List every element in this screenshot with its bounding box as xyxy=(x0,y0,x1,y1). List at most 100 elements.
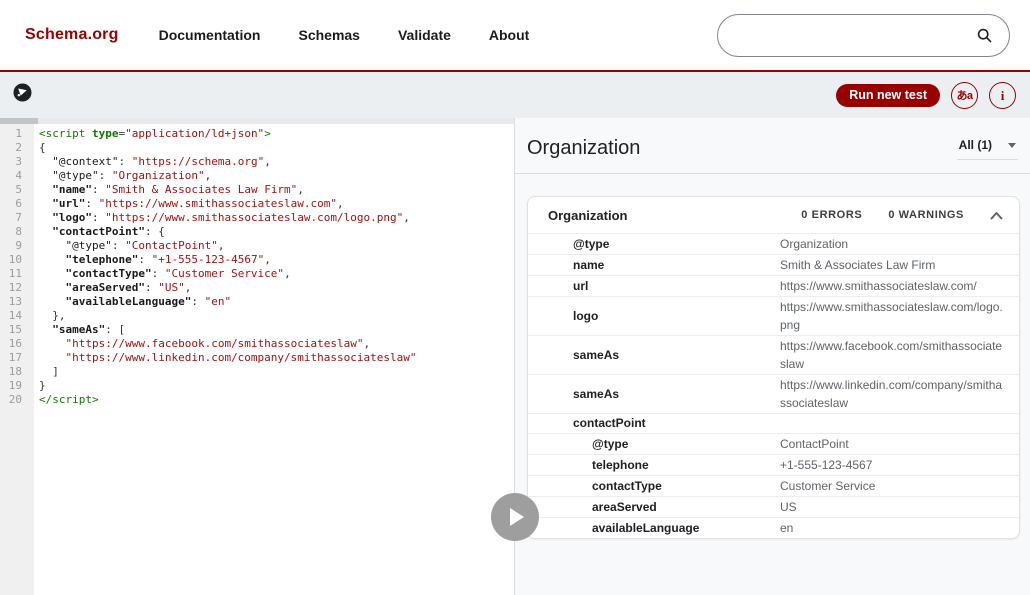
line-number: 13 xyxy=(8,295,22,308)
line-number: 12 xyxy=(8,281,22,294)
code-line[interactable]: 16 "https://www.facebook.com/smithassoci… xyxy=(0,337,514,351)
line-number: 17 xyxy=(8,351,22,364)
entity-type-title: Organization xyxy=(527,136,641,159)
result-card-stats: 0 ERRORS 0 WARNINGS xyxy=(801,209,1003,221)
property-name: logo xyxy=(573,308,599,323)
search-input[interactable] xyxy=(736,14,976,56)
property-value: Organization xyxy=(780,237,849,251)
line-number: 16 xyxy=(8,337,22,350)
line-number: 14 xyxy=(8,309,22,322)
property-value: US xyxy=(780,500,797,514)
filter-select[interactable]: All (1) xyxy=(956,136,1018,160)
code-line[interactable]: 8 "contactPoint": { xyxy=(0,225,514,239)
line-number: 2 xyxy=(15,141,22,154)
line-number: 19 xyxy=(8,379,22,392)
nav-schemas[interactable]: Schemas xyxy=(298,27,359,43)
property-value: Smith & Associates Law Firm xyxy=(780,258,936,272)
line-number: 20 xyxy=(8,393,22,406)
code-line[interactable]: 13 "availableLanguage": "en" xyxy=(0,295,514,309)
result-row[interactable]: logo https://www.smithassociateslaw.com/l… xyxy=(528,297,1019,336)
property-name: @type xyxy=(592,436,629,451)
code-line[interactable]: 5 "name": "Smith & Associates Law Firm", xyxy=(0,183,514,197)
result-card: Organization 0 ERRORS 0 WARNINGS @type Or… xyxy=(527,196,1020,539)
nav-validate[interactable]: Validate xyxy=(398,27,451,43)
property-value: https://www.smithassociateslaw.com/logo.… xyxy=(780,300,1003,332)
result-rows: @type Organization name Smith & Associates … xyxy=(528,234,1019,538)
line-number: 1 xyxy=(15,127,22,140)
play-button[interactable] xyxy=(491,493,539,541)
toolbar-actions: Run new test あa i xyxy=(836,81,1016,109)
property-name: name xyxy=(573,257,605,272)
code-line[interactable]: 10 "telephone": "+1-555-123-4567", xyxy=(0,253,514,267)
chevron-up-icon[interactable] xyxy=(990,211,1003,220)
code-line[interactable]: 6 "url": "https://www.smithassociateslaw… xyxy=(0,197,514,211)
property-name: url xyxy=(573,278,589,293)
nav-about[interactable]: About xyxy=(489,27,529,43)
line-number: 11 xyxy=(8,267,22,280)
result-row[interactable]: contactType Customer Service xyxy=(528,476,1019,497)
line-number: 7 xyxy=(15,211,22,224)
result-row[interactable]: sameAs https://www.facebook.com/smithasso… xyxy=(528,336,1019,375)
code-line[interactable]: 14 }, xyxy=(0,309,514,323)
filter-select-value: All (1) xyxy=(958,138,992,152)
result-row[interactable]: @type ContactPoint xyxy=(528,434,1019,455)
results-header: Organization All (1) xyxy=(515,118,1030,160)
page: Schema.org Documentation Schemas Validat… xyxy=(0,0,1030,595)
property-value: https://www.smithassociateslaw.com/ xyxy=(780,279,977,293)
code-line[interactable]: 1 <script type="application/ld+json"> xyxy=(0,127,514,141)
run-new-test-button[interactable]: Run new test xyxy=(836,83,940,107)
property-name: availableLanguage xyxy=(592,520,700,535)
code-line[interactable]: 19} xyxy=(0,379,514,393)
warnings-count: 0 WARNINGS xyxy=(888,209,964,221)
toolbar: Run new test あa i xyxy=(0,72,1030,118)
code-editor[interactable]: 1 <script type="application/ld+json"> 2{3 … xyxy=(0,118,515,595)
code-line[interactable]: 7 "logo": "https://www.smithassociatesla… xyxy=(0,211,514,225)
result-row[interactable]: telephone +1-555-123-4567 xyxy=(528,455,1019,476)
result-row[interactable]: @type Organization xyxy=(528,234,1019,255)
property-name: sameAs xyxy=(573,347,620,362)
result-card-title: Organization xyxy=(548,207,628,223)
result-card-header[interactable]: Organization 0 ERRORS 0 WARNINGS xyxy=(528,197,1019,234)
header: Schema.org Documentation Schemas Validat… xyxy=(0,0,1030,70)
caret-down-icon xyxy=(1008,142,1016,148)
search-box[interactable] xyxy=(717,13,1010,57)
language-icon[interactable]: あa xyxy=(951,81,978,109)
info-icon[interactable]: i xyxy=(989,81,1016,109)
code-line[interactable]: 17 "https://www.linkedin.com/company/smi… xyxy=(0,351,514,365)
result-row[interactable]: availableLanguage en xyxy=(528,518,1019,538)
code-line[interactable]: 9 "@type": "ContactPoint", xyxy=(0,239,514,253)
property-name: @type xyxy=(573,236,610,251)
line-number: 6 xyxy=(15,197,22,210)
code-line[interactable]: 4 "@type": "Organization", xyxy=(0,169,514,183)
line-number: 4 xyxy=(15,169,22,182)
property-name: sameAs xyxy=(573,386,620,401)
line-number: 5 xyxy=(15,183,22,196)
property-value: https://www.linkedin.com/company/smithas… xyxy=(780,378,1003,410)
result-row[interactable]: url https://www.smithassociateslaw.com/ xyxy=(528,276,1019,297)
schema-org-logo[interactable]: Schema.org xyxy=(25,26,119,44)
code-lines: 1 <script type="application/ld+json"> 2{3 … xyxy=(0,124,514,407)
search-icon[interactable] xyxy=(976,27,993,44)
code-line[interactable]: 18 ] xyxy=(0,365,514,379)
line-number: 10 xyxy=(8,253,22,266)
main-nav: Documentation Schemas Validate About xyxy=(159,27,717,43)
property-value: Customer Service xyxy=(780,479,876,493)
code-line[interactable]: 2{ xyxy=(0,141,514,155)
info-icon-glyph: i xyxy=(1000,87,1005,103)
errors-count: 0 ERRORS xyxy=(801,209,863,221)
nav-documentation[interactable]: Documentation xyxy=(159,27,261,43)
code-line[interactable]: 20 </script> xyxy=(0,393,514,407)
code-line[interactable]: 15 "sameAs": [ xyxy=(0,323,514,337)
result-row[interactable]: contactPoint xyxy=(528,414,1019,434)
property-value: en xyxy=(780,521,794,535)
result-row[interactable]: sameAs https://www.linkedin.com/company/s… xyxy=(528,375,1019,414)
code-line[interactable]: 12 "areaServed": "US", xyxy=(0,281,514,295)
result-row[interactable]: name Smith & Associates Law Firm xyxy=(528,255,1019,276)
property-value: ContactPoint xyxy=(780,437,849,451)
property-name: contactType xyxy=(592,478,662,493)
result-row[interactable]: areaServed US xyxy=(528,497,1019,518)
globe-icon xyxy=(12,82,33,108)
property-name: telephone xyxy=(592,457,649,472)
code-line[interactable]: 11 "contactType": "Customer Service", xyxy=(0,267,514,281)
code-line[interactable]: 3 "@context": "https://schema.org", xyxy=(0,155,514,169)
